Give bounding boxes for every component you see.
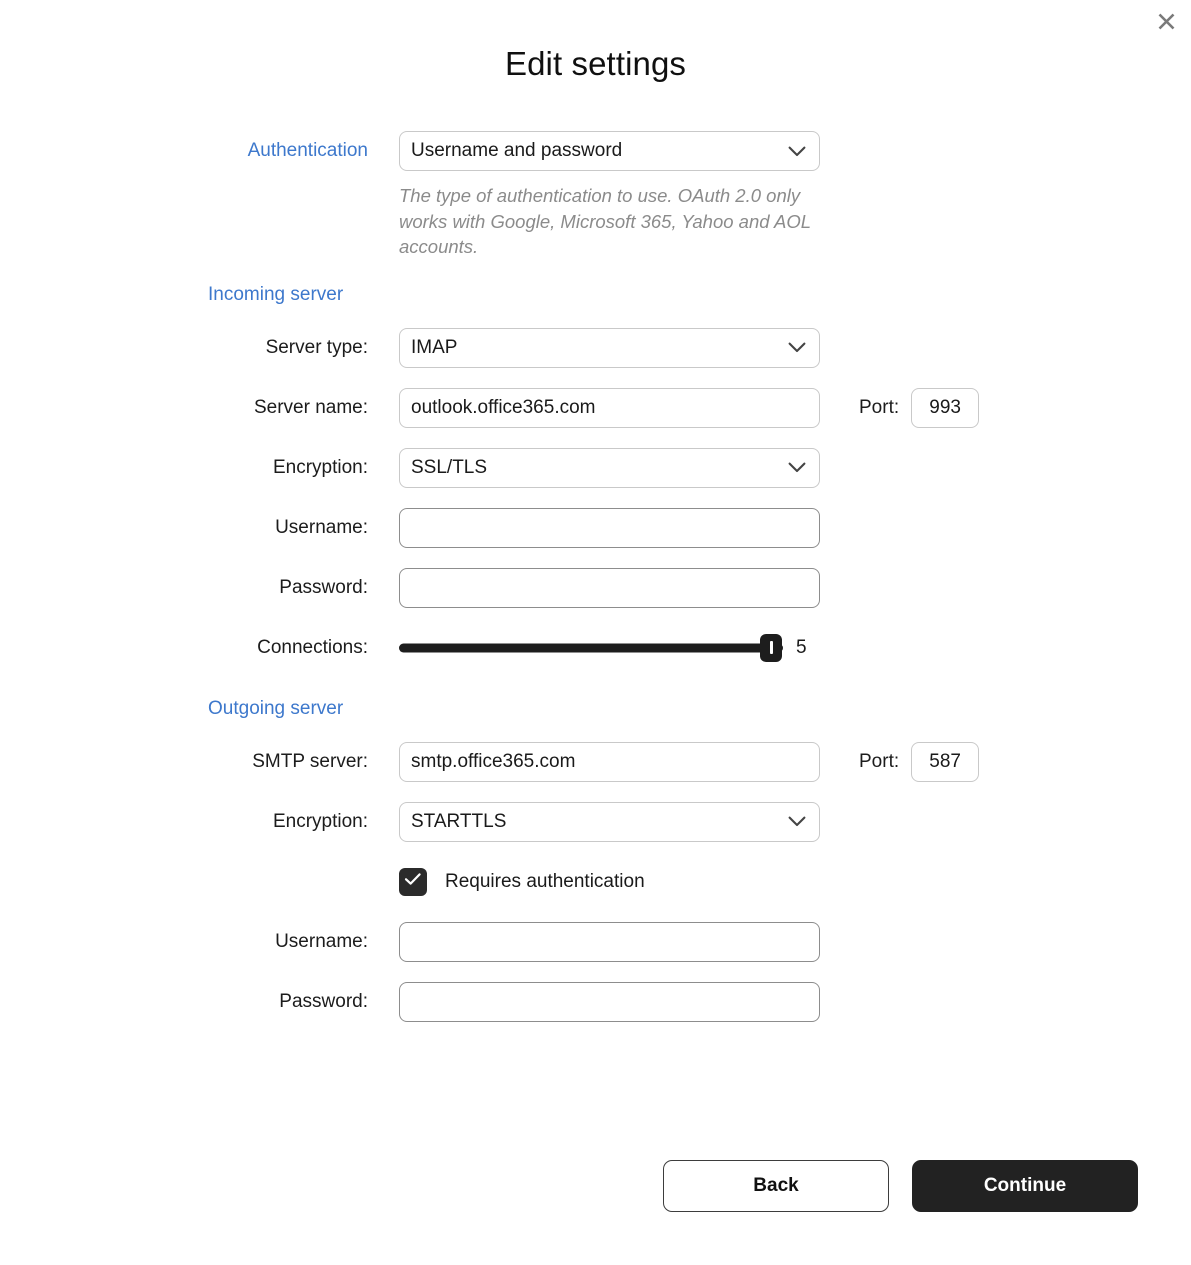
server-name-field: Port: — [399, 387, 980, 428]
requires-authentication-checkbox[interactable] — [399, 867, 427, 896]
row-outgoing-password: Password: — [0, 981, 1191, 1022]
connections-value: 5 — [796, 636, 807, 658]
server-name-input[interactable] — [399, 387, 820, 428]
incoming-password-label: Password: — [279, 576, 368, 598]
row-incoming-encryption: Encryption: SSL/TLS — [0, 447, 1191, 488]
authentication-select[interactable]: Username and password — [399, 131, 820, 171]
row-server-type: Server type: IMAP — [0, 327, 1191, 368]
outgoing-password-input[interactable] — [399, 981, 820, 1022]
incoming-username-field — [399, 507, 820, 548]
requires-authentication-label: Requires authentication — [445, 870, 645, 892]
row-smtp-server: SMTP server: Port: — [0, 741, 1191, 782]
connections-slider-thumb[interactable] — [760, 633, 783, 662]
outgoing-encryption-select[interactable]: STARTTLS — [399, 801, 820, 842]
authentication-select-value: Username and password — [411, 140, 623, 161]
settings-form: Authentication Username and password The… — [0, 131, 1191, 1042]
chevron-down-icon — [788, 342, 806, 353]
dialog-footer: Back Continue — [0, 1160, 1191, 1212]
row-outgoing-username: Username: — [0, 921, 1191, 962]
authentication-label: Authentication — [247, 140, 368, 161]
incoming-password-field — [399, 567, 820, 608]
server-type-select-value: IMAP — [411, 336, 458, 358]
outgoing-password-label: Password: — [279, 990, 368, 1012]
server-name-label: Server name: — [253, 396, 368, 418]
chevron-down-icon — [788, 146, 806, 157]
incoming-username-label: Username: — [275, 516, 368, 538]
connections-label: Connections: — [257, 636, 368, 658]
smtp-server-label: SMTP server: — [252, 750, 368, 772]
incoming-encryption-select[interactable]: SSL/TLS — [399, 447, 820, 488]
smtp-server-field: Port: — [399, 741, 980, 782]
server-type-select[interactable]: IMAP — [399, 327, 820, 368]
chevron-down-icon — [788, 816, 806, 827]
incoming-username-input[interactable] — [399, 507, 820, 548]
incoming-port-input[interactable] — [911, 387, 980, 428]
incoming-port-label: Port: — [859, 396, 900, 418]
connections-slider[interactable] — [399, 633, 783, 662]
row-incoming-password: Password: — [0, 567, 1191, 608]
row-requires-authentication: Requires authentication — [399, 862, 1191, 902]
outgoing-username-input[interactable] — [399, 921, 820, 962]
outgoing-username-label: Username: — [275, 930, 368, 952]
server-type-field: IMAP — [399, 327, 820, 368]
outgoing-encryption-select-value: STARTTLS — [411, 810, 507, 832]
row-outgoing-encryption: Encryption: STARTTLS — [0, 801, 1191, 842]
incoming-server-heading: Incoming server — [208, 283, 344, 305]
back-button[interactable]: Back — [663, 1160, 889, 1212]
authentication-helper-text: The type of authentication to use. OAuth… — [399, 185, 811, 257]
outgoing-password-field — [399, 981, 820, 1022]
connections-slider-track — [399, 643, 783, 652]
outgoing-port-input[interactable] — [911, 741, 980, 782]
chevron-down-icon — [788, 462, 806, 473]
row-connections: Connections: 5 — [0, 628, 1191, 668]
row-authentication: Authentication Username and password — [0, 131, 1191, 171]
connections-field: 5 — [399, 633, 807, 662]
page-title: Edit settings — [504, 45, 687, 82]
incoming-encryption-field: SSL/TLS — [399, 447, 820, 488]
row-incoming-username: Username: — [0, 507, 1191, 548]
close-icon — [1157, 12, 1176, 31]
continue-button[interactable]: Continue — [912, 1160, 1138, 1212]
row-server-name: Server name: Port: — [0, 387, 1191, 428]
authentication-field: Username and password — [399, 131, 820, 171]
incoming-password-input[interactable] — [399, 567, 820, 608]
outgoing-encryption-label: Encryption: — [272, 810, 368, 832]
close-dialog-button[interactable] — [1149, 4, 1183, 38]
server-type-label: Server type: — [265, 336, 368, 358]
smtp-server-input[interactable] — [399, 741, 820, 782]
outgoing-server-heading: Outgoing server — [208, 697, 344, 719]
incoming-encryption-select-value: SSL/TLS — [411, 456, 488, 478]
outgoing-port-label: Port: — [859, 750, 900, 772]
outgoing-encryption-field: STARTTLS — [399, 801, 820, 842]
outgoing-username-field — [399, 921, 820, 962]
incoming-encryption-label: Encryption: — [272, 456, 368, 478]
check-icon — [404, 872, 422, 891]
